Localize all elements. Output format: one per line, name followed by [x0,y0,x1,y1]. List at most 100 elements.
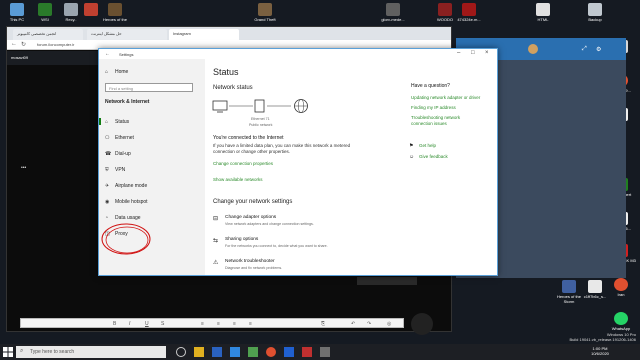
sidebar-item-airplane[interactable]: ✈ Airplane mode [99,179,205,193]
align-icon[interactable]: ≡ [233,321,236,327]
sidebar-item-label: Status [115,119,130,125]
undo-icon[interactable]: ↶ [351,321,355,327]
store-icon[interactable] [248,347,258,357]
sidebar-item-label: Dial-up [115,151,131,157]
italic-icon[interactable]: I [129,321,130,327]
network-type: Public network [249,123,273,127]
desktop-icon-whatsapp[interactable]: WhatsApp [606,312,636,331]
task-view-icon[interactable] [176,347,186,357]
align-icon[interactable]: ≡ [249,321,252,327]
strike-icon[interactable]: S [161,321,164,327]
minimize-icon[interactable]: – [457,50,460,56]
settings-icon[interactable] [320,347,330,357]
edge-icon[interactable] [230,347,240,357]
help-icon: ⚑ [409,143,414,149]
align-icon[interactable]: ≡ [201,321,204,327]
desktop-icon-this-pc[interactable]: This PC [2,3,32,22]
settings-icon[interactable]: ⚙ [596,46,601,53]
desktop-icon-glory[interactable]: glorv-mede... [378,3,408,22]
sidebar-item-label: VPN [115,167,126,173]
app-icon[interactable] [284,347,294,357]
this-pc-icon [10,3,24,16]
help-link-troubleshooting[interactable]: Troubleshooting network connection issue… [411,115,481,127]
chrome-icon [614,278,628,291]
option-desc: For the networks you connect to, decide … [225,244,328,248]
app-icon[interactable] [302,347,312,357]
browser-tab[interactable]: حل مشکل اینترنت [87,29,167,40]
editor-toolbar: B I U S ≡ ≡ ≡ ≡ ⎘ ↶ ↷ ◎ [20,318,404,328]
help-link-ip-address[interactable]: Finding my IP address [411,105,456,110]
forum-button[interactable] [357,277,417,285]
copy-icon[interactable]: ⎘ [321,321,325,327]
get-help-link[interactable]: Get help [419,143,436,148]
search-icon: ⌕ [20,348,24,354]
give-feedback-link[interactable]: Give feedback [419,154,448,159]
sidebar-item-label: Ethernet [115,135,134,141]
browser-tabstrip: انجمن تخصصی کامپیوتر حل مشکل اینترنت Ins… [7,27,451,40]
show-available-networks-link[interactable]: Show available networks [213,177,263,182]
red-circle-annotation [101,223,151,255]
sidebar-item-ethernet[interactable]: ⎔ Ethernet [99,131,205,145]
browser-tab-active[interactable]: Instagram [169,29,239,40]
folder-icon [588,3,602,16]
forum-user-bar: mosavi09 [7,51,99,65]
start-icon[interactable] [3,347,13,357]
clock[interactable]: 1:00 PM 10/6/2020 [580,346,620,356]
desktop-icon-iran[interactable]: Iran [606,278,636,297]
sidebar-item-label: Airplane mode [115,183,148,189]
desktop-icon-gta[interactable]: Grand Theft [250,3,280,22]
sidebar-item-dialup[interactable]: ☎ Dial-up [99,147,205,161]
sharing-icon: ⇆ [213,238,219,244]
ethernet-icon: ⎔ [105,135,110,141]
settings-main: Status Network status Ethernet 71 Public… [205,59,497,275]
chrome-icon[interactable] [266,347,276,357]
taskbar: ⌕ Type here to search 1:00 PM 10/6/2020 [0,344,640,360]
redo-icon[interactable]: ↷ [367,321,371,327]
computer-icon [212,100,228,113]
sidebar-home[interactable]: Home [115,69,128,75]
folder-icon [536,3,550,16]
whatsapp-icon [614,312,628,325]
address-bar[interactable]: forum.iloncomputer.ir [37,42,97,48]
desktop-icon-heroes[interactable]: Heroes of the [100,3,130,22]
bold-icon[interactable]: B [113,321,116,327]
mail-icon[interactable] [212,347,222,357]
warning-icon: ⚠ [213,260,219,266]
back-icon[interactable]: ← [11,41,17,47]
browser-tab[interactable]: انجمن تخصصی کامپیوتر [13,29,83,40]
change-connection-properties-link[interactable]: Change connection properties [213,161,273,166]
question-heading: Have a question? [411,83,450,89]
expand-icon[interactable]: ⤢ [582,46,587,53]
vpn-icon: ⛨ [105,167,109,173]
maximize-icon[interactable]: □ [471,50,475,56]
source-icon[interactable]: ◎ [387,321,391,327]
status-icon: ⌂ [105,119,109,125]
reload-icon[interactable]: ↻ [21,41,26,48]
adapter-name: Ethernet 71 [251,117,270,121]
help-link-adapter-driver[interactable]: Updating network adapter or driver [411,95,495,100]
taskbar-search[interactable]: ⌕ Type here to search [16,346,166,358]
settings-titlebar: ← Settings – □ × [99,49,497,59]
globe-icon [294,99,308,113]
desktop-icon-html[interactable]: HTML [528,3,558,22]
image-icon [462,3,476,16]
align-icon[interactable]: ≡ [217,321,220,327]
file-explorer-icon[interactable] [194,347,204,357]
avatar [411,313,433,335]
desktop-icon-c1ff[interactable]: c1ff7b6c_s... [580,280,610,299]
search-input[interactable]: Find a setting [105,83,193,92]
back-icon[interactable]: ← [105,51,110,57]
desktop-icon-backup[interactable]: Backup [580,3,610,22]
sidebar-item-status[interactable]: ⌂ Status [99,115,205,129]
selection-indicator [99,118,101,125]
windows-watermark: Windows 10 Pro Build 19041.vb_release.19… [569,332,637,342]
avatar [528,44,538,54]
username[interactable]: mosavi09 [11,55,28,60]
file-icon [588,280,602,293]
desktop-icon-file[interactable]: 474324e.m... [454,3,484,22]
sidebar-item-hotspot[interactable]: ◉ Mobile hotspot [99,195,205,209]
sidebar-item-vpn[interactable]: ⛨ VPN [99,163,205,177]
underline-icon[interactable]: U [145,321,149,327]
close-icon[interactable]: × [485,50,489,56]
change-settings-heading: Change your network settings [213,199,293,205]
